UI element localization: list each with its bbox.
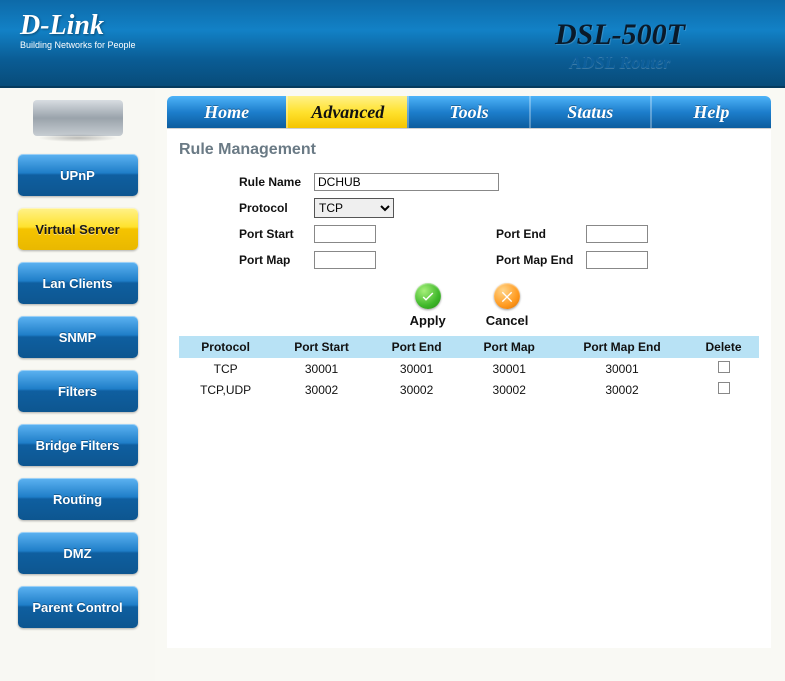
- sidebar-item-snmp[interactable]: SNMP: [18, 316, 138, 358]
- cell-port-map-end: 30002: [556, 379, 688, 400]
- cancel-icon: [494, 283, 520, 309]
- apply-label: Apply: [410, 313, 446, 328]
- th-protocol: Protocol: [179, 336, 272, 358]
- sidebar-item-upnp[interactable]: UPnP: [18, 154, 138, 196]
- router-image: [33, 100, 123, 136]
- th-port-end: Port End: [371, 336, 463, 358]
- cell-port-map: 30002: [462, 379, 556, 400]
- check-icon: [415, 283, 441, 309]
- main-panel: Rule Management Rule Name Protocol TCP P…: [167, 128, 771, 648]
- cell-port-start: 30002: [272, 379, 371, 400]
- apply-button[interactable]: Apply: [410, 283, 446, 328]
- port-map-end-label: Port Map End: [496, 253, 586, 267]
- sidebar-item-parent-control[interactable]: Parent Control: [18, 586, 138, 628]
- cell-port-end: 30002: [371, 379, 463, 400]
- brand-logo: D-Link Building Networks for People: [0, 0, 136, 50]
- table-row: TCP,UDP 30002 30002 30002 30002: [179, 379, 759, 400]
- model-title: DSL-500T ADSL Router: [555, 18, 685, 73]
- tab-help[interactable]: Help: [650, 96, 771, 128]
- brand-name: D-Link: [20, 10, 136, 42]
- port-end-label: Port End: [496, 227, 586, 241]
- content: Home Advanced Tools Status Help Rule Man…: [155, 88, 785, 681]
- cancel-button[interactable]: Cancel: [486, 283, 529, 328]
- cell-port-map: 30001: [462, 358, 556, 379]
- port-start-input[interactable]: [314, 225, 376, 243]
- sidebar-item-routing[interactable]: Routing: [18, 478, 138, 520]
- model-subtitle: ADSL Router: [555, 52, 685, 73]
- port-end-input[interactable]: [586, 225, 648, 243]
- rule-form: Rule Name Protocol TCP Port Start Port E…: [239, 169, 759, 273]
- cancel-label: Cancel: [486, 313, 529, 328]
- sidebar-item-bridge-filters[interactable]: Bridge Filters: [18, 424, 138, 466]
- header: D-Link Building Networks for People DSL-…: [0, 0, 785, 88]
- table-header-row: Protocol Port Start Port End Port Map Po…: [179, 336, 759, 358]
- port-start-label: Port Start: [239, 227, 314, 241]
- tab-tools[interactable]: Tools: [407, 96, 528, 128]
- table-row: TCP 30001 30001 30001 30001: [179, 358, 759, 379]
- tab-advanced[interactable]: Advanced: [286, 96, 407, 128]
- action-row: Apply Cancel: [179, 283, 759, 328]
- th-port-map: Port Map: [462, 336, 556, 358]
- sidebar-item-virtual-server[interactable]: Virtual Server: [18, 208, 138, 250]
- protocol-label: Protocol: [239, 201, 314, 215]
- port-map-input[interactable]: [314, 251, 376, 269]
- cell-protocol: TCP,UDP: [179, 379, 272, 400]
- sidebar-item-dmz[interactable]: DMZ: [18, 532, 138, 574]
- tabbar: Home Advanced Tools Status Help: [167, 96, 771, 128]
- cell-port-start: 30001: [272, 358, 371, 379]
- sidebar: UPnP Virtual Server Lan Clients SNMP Fil…: [0, 88, 155, 681]
- rule-name-input[interactable]: [314, 173, 499, 191]
- sidebar-item-filters[interactable]: Filters: [18, 370, 138, 412]
- cell-port-end: 30001: [371, 358, 463, 379]
- th-port-start: Port Start: [272, 336, 371, 358]
- delete-checkbox[interactable]: [718, 361, 730, 373]
- port-map-end-input[interactable]: [586, 251, 648, 269]
- protocol-select[interactable]: TCP: [314, 198, 394, 218]
- tab-status[interactable]: Status: [529, 96, 650, 128]
- port-map-label: Port Map: [239, 253, 314, 267]
- delete-checkbox[interactable]: [718, 382, 730, 394]
- tab-home[interactable]: Home: [167, 96, 286, 128]
- cell-port-map-end: 30001: [556, 358, 688, 379]
- th-port-map-end: Port Map End: [556, 336, 688, 358]
- cell-protocol: TCP: [179, 358, 272, 379]
- rules-table: Protocol Port Start Port End Port Map Po…: [179, 336, 759, 400]
- sidebar-item-lan-clients[interactable]: Lan Clients: [18, 262, 138, 304]
- th-delete: Delete: [688, 336, 759, 358]
- model-name: DSL-500T: [555, 18, 685, 52]
- brand-tagline: Building Networks for People: [20, 40, 136, 50]
- section-title: Rule Management: [179, 141, 759, 159]
- rule-name-label: Rule Name: [239, 175, 314, 189]
